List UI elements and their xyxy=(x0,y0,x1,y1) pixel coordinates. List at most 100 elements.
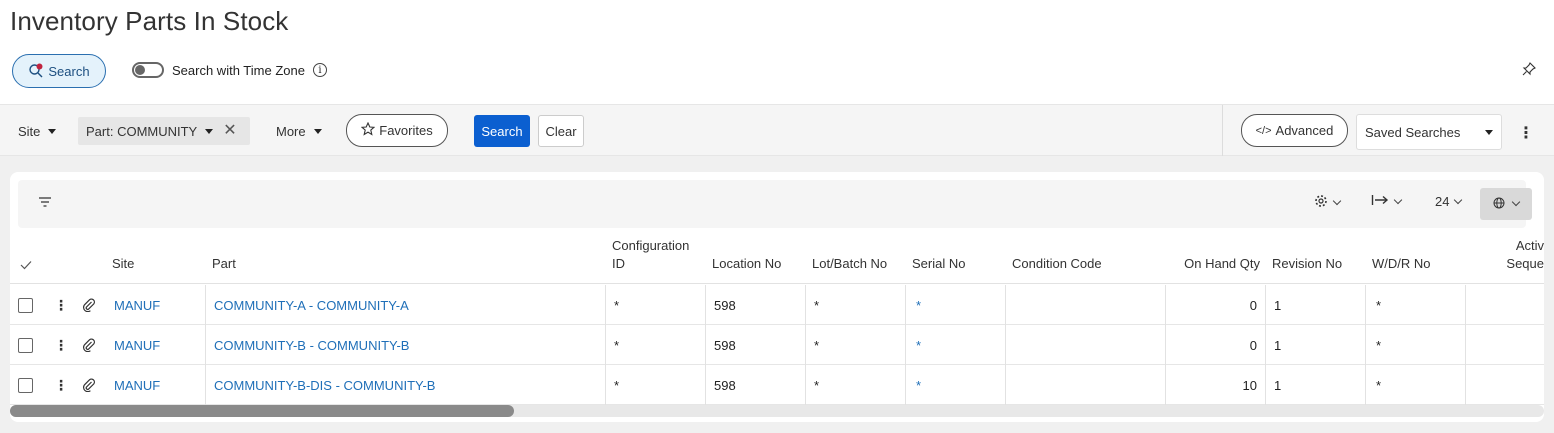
table-header: Site Part Configuration ID Location No L… xyxy=(10,228,1544,284)
cell-configuration-id: * xyxy=(605,365,705,405)
part-filter-chip[interactable]: Part: COMMUNITY ✕ xyxy=(78,117,250,145)
search-icon xyxy=(28,63,44,79)
search-panel-toggle-button[interactable]: Search xyxy=(12,54,106,88)
column-header-revision-no[interactable]: Revision No xyxy=(1272,255,1342,273)
page-size-value: 24 xyxy=(1435,194,1450,209)
column-width-icon xyxy=(1371,194,1389,209)
filter-bar: Site Part: COMMUNITY ✕ More Favorites Se… xyxy=(0,104,1554,157)
table-row[interactable]: ⋮ MANUF COMMUNITY-B - COMMUNITY-B * 598 … xyxy=(10,325,1544,365)
attachment-icon[interactable] xyxy=(82,325,96,365)
cell-site[interactable]: MANUF xyxy=(114,365,160,405)
globe-icon xyxy=(1493,197,1505,212)
kebab-icon[interactable]: ⋮ xyxy=(1518,119,1534,147)
time-zone-toggle[interactable] xyxy=(132,62,164,78)
column-width-dropdown[interactable] xyxy=(1371,194,1403,209)
cell-revision-no: 1 xyxy=(1265,365,1365,405)
cell-condition-code xyxy=(1005,325,1165,365)
table-toolbar: 24 xyxy=(18,180,1532,228)
column-header-wdr-no[interactable]: W/D/R No xyxy=(1372,255,1431,273)
cell-site[interactable]: MANUF xyxy=(114,325,160,365)
advanced-button[interactable]: </> Advanced xyxy=(1241,114,1348,147)
part-filter-label: Part: COMMUNITY xyxy=(86,123,198,139)
table-row[interactable]: ⋮ MANUF COMMUNITY-B-DIS - COMMUNITY-B * … xyxy=(10,365,1544,405)
cell-activity-sequence xyxy=(1465,325,1544,365)
info-icon[interactable]: i xyxy=(312,63,327,77)
table-card: 24 Site Part Configuration ID Location N… xyxy=(10,172,1544,422)
column-header-on-hand-qty[interactable]: On Hand Qty xyxy=(1170,255,1260,273)
cell-condition-code xyxy=(1005,285,1165,325)
favorites-label: Favorites xyxy=(379,123,433,138)
table-settings-dropdown[interactable] xyxy=(1314,194,1342,211)
caret-down-icon[interactable] xyxy=(205,128,214,134)
cell-on-hand-qty: 0 xyxy=(1165,325,1265,365)
cell-revision-no: 1 xyxy=(1265,325,1365,365)
saved-searches-dropdown[interactable]: Saved Searches xyxy=(1356,114,1502,150)
cell-configuration-id: * xyxy=(605,325,705,365)
kebab-icon[interactable]: ⋮ xyxy=(54,378,68,392)
pin-icon[interactable] xyxy=(1522,62,1536,79)
column-header-site[interactable]: Site xyxy=(112,255,134,273)
cell-activity-sequence xyxy=(1465,365,1544,405)
cell-site[interactable]: MANUF xyxy=(114,285,160,325)
cell-part[interactable]: COMMUNITY-B - COMMUNITY-B xyxy=(205,325,605,365)
cell-serial-no[interactable]: * xyxy=(905,285,1005,325)
code-icon: </> xyxy=(1255,124,1272,137)
chevron-down-icon xyxy=(1511,197,1521,207)
row-checkbox[interactable] xyxy=(18,377,33,393)
gear-icon xyxy=(1314,194,1328,211)
search-button[interactable]: Search xyxy=(474,115,530,147)
language-dropdown[interactable] xyxy=(1480,188,1532,220)
kebab-icon[interactable]: ⋮ xyxy=(54,338,68,352)
column-header-activity-sequence[interactable]: Activ Seque xyxy=(1506,237,1544,273)
attachment-icon[interactable] xyxy=(82,365,96,405)
site-filter-dropdown[interactable]: Site xyxy=(18,117,57,145)
favorites-button[interactable]: Favorites xyxy=(346,114,448,147)
time-zone-toggle-group: Search with Time Zone i xyxy=(132,62,327,78)
caret-down-icon xyxy=(313,128,322,134)
attachment-icon[interactable] xyxy=(82,285,96,325)
cell-condition-code xyxy=(1005,365,1165,405)
cell-lot-batch-no: * xyxy=(805,285,905,325)
caret-down-icon xyxy=(48,128,57,134)
row-checkbox[interactable] xyxy=(18,297,33,313)
star-icon xyxy=(360,121,376,139)
column-header-location-no[interactable]: Location No xyxy=(712,255,781,273)
page-size-dropdown[interactable]: 24 xyxy=(1435,194,1463,209)
cell-part[interactable]: COMMUNITY-A - COMMUNITY-A xyxy=(205,285,605,325)
cell-location-no: 598 xyxy=(705,325,805,365)
cell-serial-no[interactable]: * xyxy=(905,365,1005,405)
horizontal-scrollbar[interactable] xyxy=(10,405,1544,417)
cell-serial-no[interactable]: * xyxy=(905,325,1005,365)
page-title: Inventory Parts In Stock xyxy=(10,6,289,36)
cell-part[interactable]: COMMUNITY-B-DIS - COMMUNITY-B xyxy=(205,365,605,405)
cell-on-hand-qty: 0 xyxy=(1165,285,1265,325)
close-icon[interactable]: ✕ xyxy=(223,123,236,139)
filter-bar-divider xyxy=(1222,105,1223,157)
site-filter-label: Site xyxy=(18,123,41,139)
column-header-part[interactable]: Part xyxy=(212,255,236,273)
clear-button[interactable]: Clear xyxy=(538,115,584,147)
more-filters-label: More xyxy=(276,123,306,139)
filter-icon[interactable] xyxy=(38,196,52,211)
check-icon[interactable] xyxy=(20,257,32,275)
column-header-lot-batch-no[interactable]: Lot/Batch No xyxy=(812,255,887,273)
cell-lot-batch-no: * xyxy=(805,325,905,365)
saved-searches-label: Saved Searches xyxy=(1365,124,1461,140)
more-filters-dropdown[interactable]: More xyxy=(276,117,322,145)
cell-wdr-no: * xyxy=(1365,285,1465,325)
column-header-configuration-id[interactable]: Configuration ID xyxy=(612,237,702,273)
cell-activity-sequence xyxy=(1465,285,1544,325)
cell-on-hand-qty: 10 xyxy=(1165,365,1265,405)
row-checkbox[interactable] xyxy=(18,337,33,353)
cell-configuration-id: * xyxy=(605,285,705,325)
column-header-serial-no[interactable]: Serial No xyxy=(912,255,965,273)
kebab-icon[interactable]: ⋮ xyxy=(54,298,68,312)
horizontal-scrollbar-thumb[interactable] xyxy=(10,405,514,417)
cell-revision-no: 1 xyxy=(1265,285,1365,325)
caret-down-icon xyxy=(1485,129,1493,135)
cell-lot-batch-no: * xyxy=(805,365,905,405)
column-header-condition-code[interactable]: Condition Code xyxy=(1012,255,1102,273)
chevron-down-icon xyxy=(1393,195,1403,204)
table-row[interactable]: ⋮ MANUF COMMUNITY-A - COMMUNITY-A * 598 … xyxy=(10,285,1544,325)
chevron-down-icon xyxy=(1332,196,1342,205)
